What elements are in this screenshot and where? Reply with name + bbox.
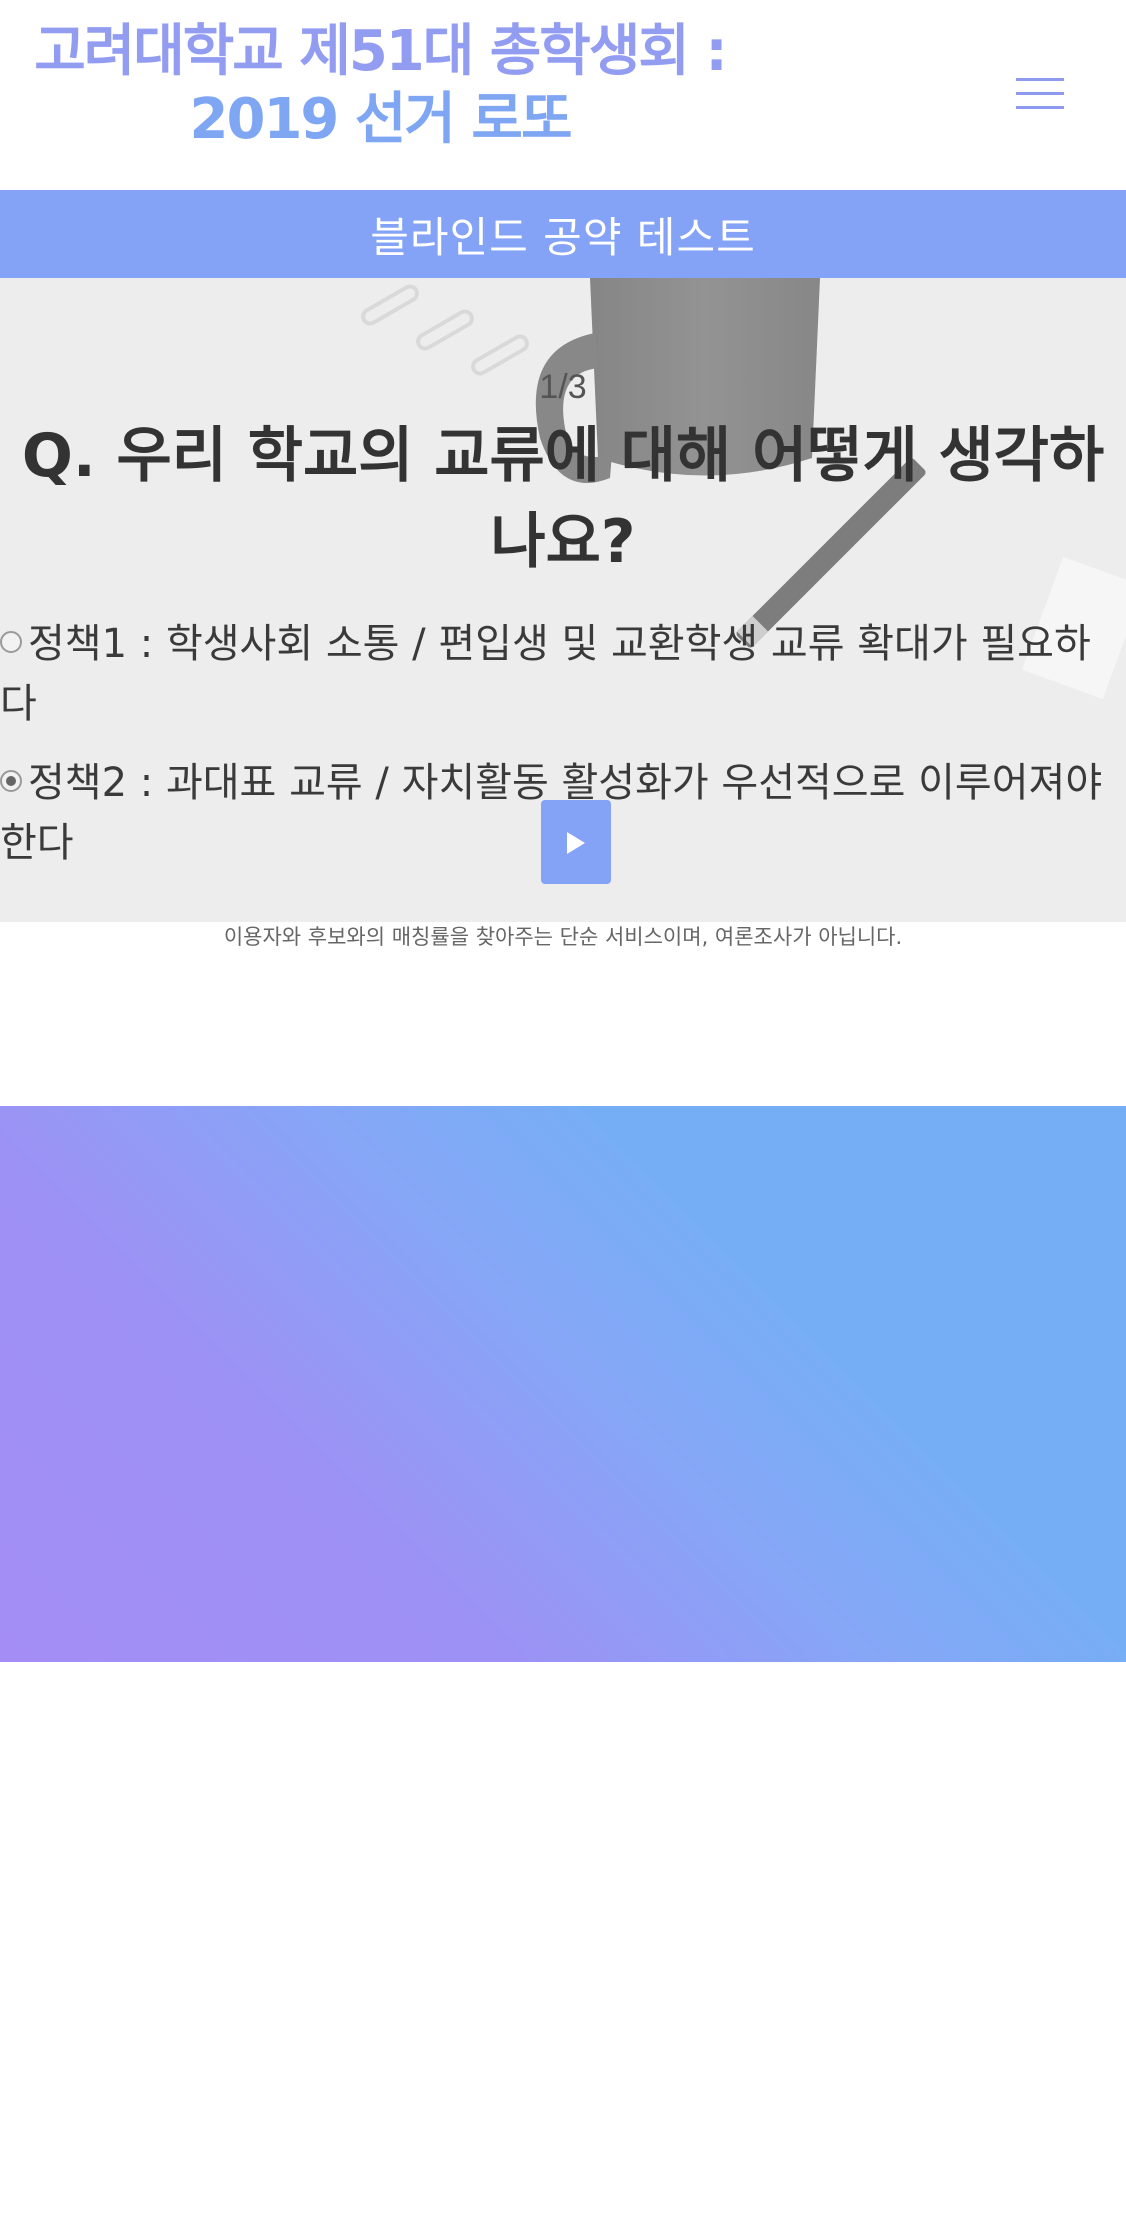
gradient-panel: [0, 1106, 1126, 1662]
question-progress: 1/3: [539, 368, 587, 406]
question-text: Q. 우리 학교의 교류에 대해 어떻게 생각하나요?: [21, 421, 1105, 577]
option-1-label: 정책1 : 학생사회 소통 / 편입생 및 교환학생 교류 확대가 필요하다: [0, 621, 1091, 727]
site-title[interactable]: 고려대학교 제51대 총학생회 : 2019 선거 로또: [20, 18, 740, 154]
site-title-line2: 2019 선거 로또: [189, 87, 573, 152]
quiz-section: 1/3 Q. 우리 학교의 교류에 대해 어떻게 생각하나요? 정책1 : 학생…: [0, 278, 1126, 922]
radio-button-2[interactable]: [0, 770, 22, 792]
radio-button-1[interactable]: [0, 631, 22, 653]
option-1[interactable]: 정책1 : 학생사회 소통 / 편입생 및 교환학생 교류 확대가 필요하다: [0, 614, 1126, 734]
next-button[interactable]: [541, 800, 611, 884]
play-icon: [567, 832, 585, 854]
menu-bar: [1016, 92, 1064, 95]
banner-title: 블라인드 공약 테스트: [370, 212, 756, 262]
site-header: 고려대학교 제51대 총학생회 : 2019 선거 로또: [0, 0, 1126, 190]
section-banner: 블라인드 공약 테스트: [0, 190, 1126, 278]
menu-bar: [1016, 78, 1064, 81]
disclaimer-text: 이용자와 후보와의 매칭률을 찾아주는 단순 서비스이며, 여론조사가 아닙니다…: [223, 925, 903, 949]
page: 고려대학교 제51대 총학생회 : 2019 선거 로또 블라인드 공약 테스트: [0, 0, 1126, 2224]
hamburger-menu-icon[interactable]: [1010, 72, 1070, 116]
menu-bar: [1016, 106, 1064, 109]
site-title-line1: 고려대학교 제51대 총학생회 :: [34, 19, 728, 84]
